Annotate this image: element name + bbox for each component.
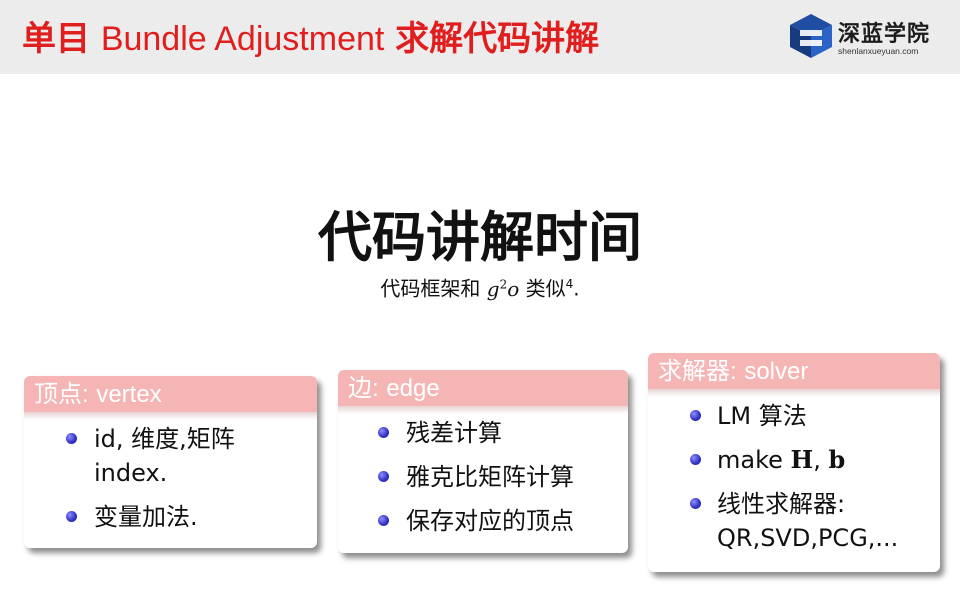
logo: 深蓝学院 shenlanxueyuan.com	[786, 10, 950, 64]
slide-header: 单目 Bundle Adjustment 求解代码讲解 深蓝学院 shenlan…	[0, 0, 960, 74]
edge-block-header: 边: edge	[338, 370, 628, 406]
bullet-icon	[66, 433, 77, 444]
bullet-icon	[378, 471, 389, 482]
subtitle-end: .	[573, 276, 580, 301]
logo-text: 深蓝学院	[838, 22, 931, 47]
vertex-block: 顶点: vertex id, 维度,矩阵 index. 变量加法.	[24, 376, 317, 548]
list-item: 保存对应的顶点	[338, 504, 620, 538]
slide-title: 单目 Bundle Adjustment 求解代码讲解	[22, 17, 599, 61]
edge-block: 边: edge 残差计算 雅克比矩阵计算 保存对应的顶点	[338, 370, 628, 553]
subtitle-prefix: 代码框架和	[380, 276, 481, 301]
title-suffix: 求解代码讲解	[395, 19, 600, 59]
bullet-icon	[378, 427, 389, 438]
logo-icon	[790, 14, 832, 58]
bullet-icon	[690, 454, 701, 465]
list-item: 变量加法.	[24, 500, 309, 534]
bullet-icon	[690, 498, 701, 509]
list-item: LM 算法	[648, 399, 932, 433]
logo-url: shenlanxueyuan.com	[838, 46, 919, 56]
list-item: id, 维度,矩阵 index.	[24, 422, 309, 490]
list-item: 线性求解器: QR,SVD,PCG,...	[648, 487, 932, 555]
title-prefix: 单目	[22, 19, 90, 59]
solver-block: 求解器: solver LM 算法 make H, b 线性求解器: QR,SVD…	[648, 353, 940, 572]
solver-block-header: 求解器: solver	[648, 353, 940, 389]
subtitle: 代码框架和 g2o 类似4.	[0, 270, 960, 303]
bullet-icon	[690, 410, 701, 421]
bullet-icon	[378, 515, 389, 526]
bullet-icon	[66, 511, 77, 522]
subtitle-math-g: g2o	[486, 276, 520, 301]
list-item: make H, b	[648, 443, 932, 477]
title-en: Bundle Adjustment	[100, 20, 385, 58]
main-title: 代码讲解时间	[318, 206, 642, 269]
list-item: 雅克比矩阵计算	[338, 460, 620, 494]
list-item: 残差计算	[338, 416, 620, 450]
subtitle-suffix: 类似	[525, 276, 566, 301]
vertex-block-header: 顶点: vertex	[24, 376, 317, 412]
